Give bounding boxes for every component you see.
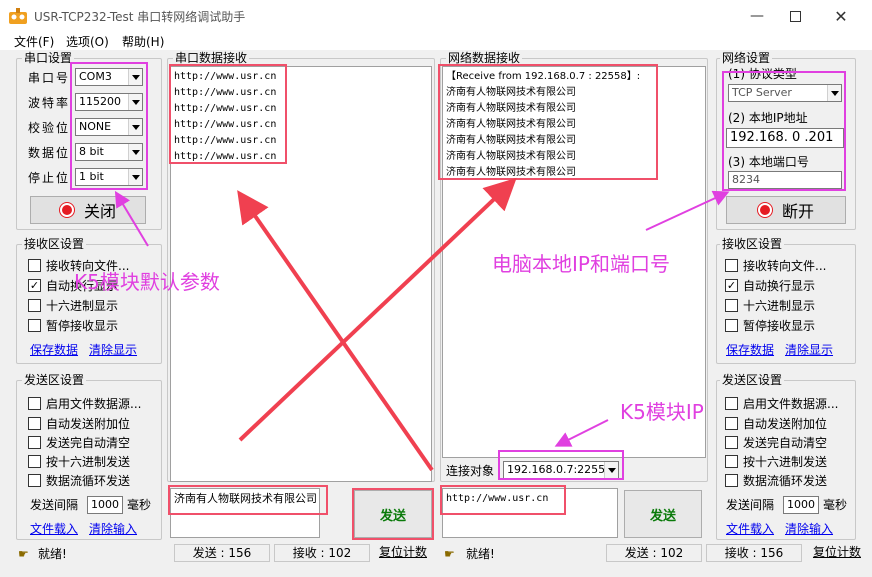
arrow-to-k5-ip bbox=[554, 419, 609, 447]
arrow-to-network-params bbox=[645, 190, 730, 231]
arrow-to-serial-params bbox=[114, 190, 149, 247]
annotation-pc-ip-port: 电脑本地IP和端口号 bbox=[492, 252, 670, 276]
arrow-to-net-recv bbox=[238, 177, 517, 442]
annotation-k5-ip: K5模块IP bbox=[620, 400, 704, 424]
arrow-to-serial-recv bbox=[237, 190, 434, 472]
app-window: USR-TCP232-Test 串口转网络调试助手 — ✕ 文件(F) 选项(O… bbox=[0, 0, 872, 577]
annotation-k5-defaults: K5模块默认参数 bbox=[74, 270, 220, 294]
